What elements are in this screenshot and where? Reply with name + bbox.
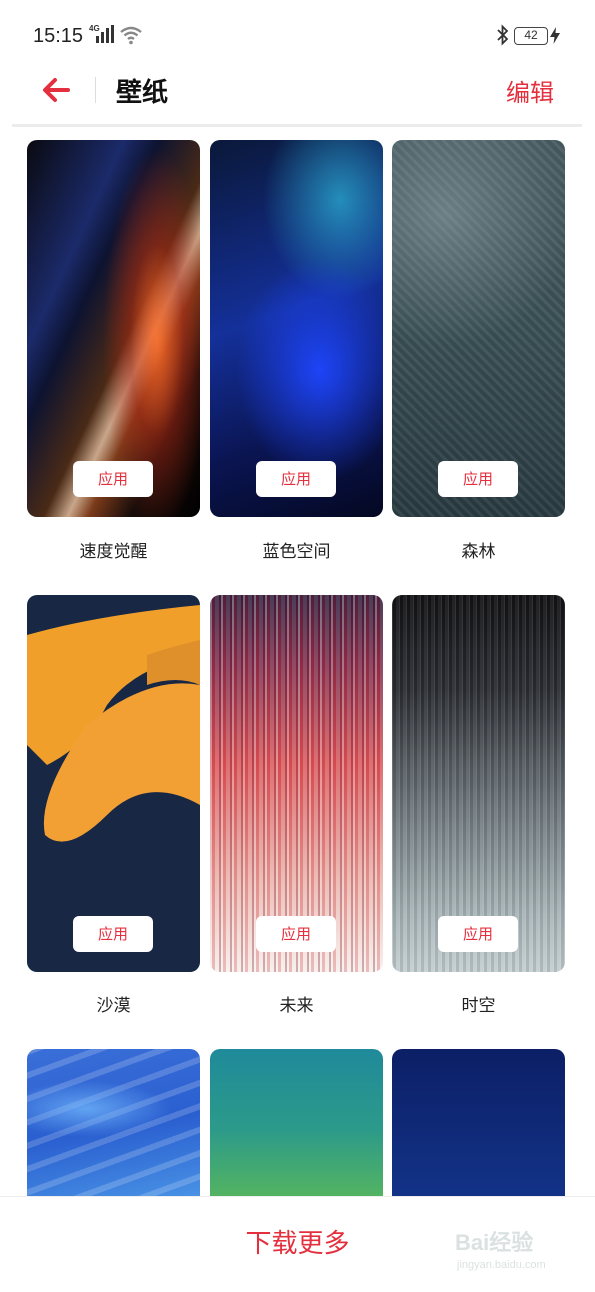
wallpaper-tile-deep-blue[interactable] xyxy=(392,1049,565,1209)
bottom-bar: 下载更多 Bai经验 jingyan.baidu.com xyxy=(0,1196,595,1292)
header-divider-line xyxy=(12,124,582,127)
wallpaper-name: 未来 xyxy=(279,996,314,1016)
wallpaper-tile-green-gradient[interactable] xyxy=(210,1049,383,1209)
wallpaper-tile-future[interactable]: 应用 xyxy=(210,595,383,972)
apply-button[interactable]: 应用 xyxy=(256,916,336,952)
watermark-brand: Bai经验 xyxy=(455,1230,534,1255)
charging-icon xyxy=(550,27,560,44)
status-time: 15:15 xyxy=(33,25,84,47)
wallpaper-name: 森林 xyxy=(461,542,496,562)
wallpaper-tile-waves[interactable] xyxy=(27,1049,200,1209)
wallpaper-name: 沙漠 xyxy=(96,996,131,1016)
page-title: 壁纸 xyxy=(116,78,169,108)
back-arrow-icon[interactable] xyxy=(38,72,78,108)
apply-button[interactable]: 应用 xyxy=(73,916,153,952)
edit-button[interactable]: 编辑 xyxy=(506,73,554,108)
wallpaper-name: 时空 xyxy=(461,996,496,1016)
wallpaper-tile-spacetime[interactable]: 应用 xyxy=(392,595,565,972)
wallpaper-name: 蓝色空间 xyxy=(262,542,331,562)
header-divider xyxy=(95,77,96,103)
wifi-icon xyxy=(120,26,142,45)
apply-button[interactable]: 应用 xyxy=(438,916,518,952)
apply-button[interactable]: 应用 xyxy=(256,461,336,497)
battery-indicator: 42 xyxy=(514,27,548,45)
wallpaper-tile-desert[interactable]: 应用 xyxy=(27,595,200,972)
status-bar: 15:15 4G 42 xyxy=(0,0,595,62)
network-type-label: 4G xyxy=(89,24,100,33)
wallpaper-name: 速度觉醒 xyxy=(79,542,148,562)
watermark-url: jingyan.baidu.com xyxy=(457,1259,546,1271)
app-header: 壁纸 编辑 xyxy=(0,62,595,124)
apply-button[interactable]: 应用 xyxy=(438,461,518,497)
wallpaper-tile-speed-awakening[interactable]: 应用 xyxy=(27,140,200,517)
wallpaper-tile-forest[interactable]: 应用 xyxy=(392,140,565,517)
apply-button[interactable]: 应用 xyxy=(73,461,153,497)
watermark: Bai经验 jingyan.baidu.com xyxy=(455,1225,575,1283)
wallpaper-tile-blue-space[interactable]: 应用 xyxy=(210,140,383,517)
bluetooth-icon xyxy=(497,24,509,46)
